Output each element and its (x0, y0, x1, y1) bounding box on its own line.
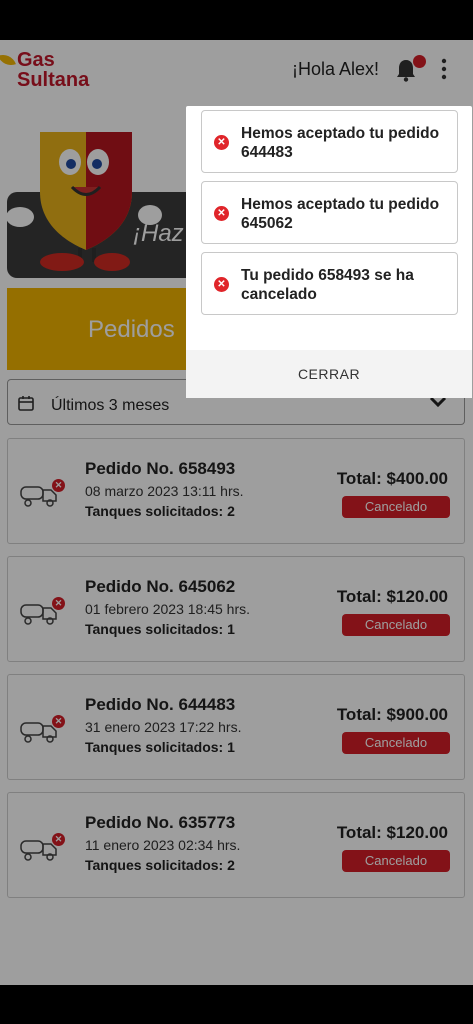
notifications-popup: ✕ Hemos aceptado tu pedido 644483 ✕ Hemo… (186, 106, 472, 398)
app-screen: Gas Sultana ¡Hola Alex! ¡Haz Pedidos Últ… (0, 40, 473, 985)
x-circle-icon: ✕ (214, 206, 229, 221)
notification-text: Tu pedido 658493 se ha cancelado (241, 267, 414, 303)
status-bar (0, 0, 473, 40)
system-nav-bar (0, 985, 473, 1024)
popup-footer: CERRAR (186, 350, 472, 398)
notification-item[interactable]: ✕ Hemos aceptado tu pedido 644483 (201, 110, 458, 173)
close-button[interactable]: CERRAR (186, 350, 472, 398)
notification-item[interactable]: ✕ Hemos aceptado tu pedido 645062 (201, 181, 458, 244)
x-circle-icon: ✕ (214, 277, 229, 292)
notification-item[interactable]: ✕ Tu pedido 658493 se ha cancelado (201, 252, 458, 315)
x-circle-icon: ✕ (214, 135, 229, 150)
notification-text: Hemos aceptado tu pedido 644483 (241, 125, 440, 161)
notification-text: Hemos aceptado tu pedido 645062 (241, 196, 440, 232)
